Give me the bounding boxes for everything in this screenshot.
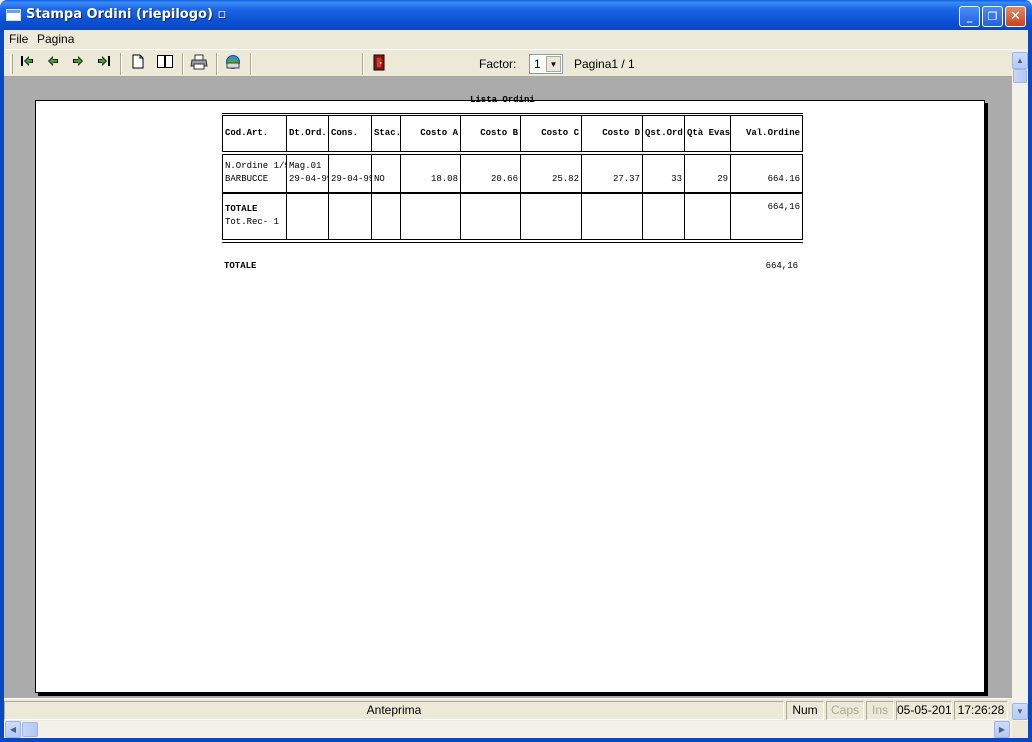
report-title: Lista Ordini — [470, 95, 535, 105]
scroll-up-button[interactable]: ▲ — [1012, 52, 1028, 69]
status-ins: Ins — [866, 701, 894, 720]
first-page-icon — [21, 56, 33, 66]
horizontal-scroll-thumb[interactable] — [22, 722, 38, 737]
status-caps: Caps — [826, 701, 864, 720]
last-page-button[interactable] — [93, 54, 115, 74]
grand-total-label: TOTALE — [224, 261, 257, 271]
exit-button[interactable] — [368, 54, 390, 74]
toolbar: Factor: 1 ▼ Pagina1 / 1 — [4, 49, 1012, 77]
toolbar-separator — [216, 53, 218, 75]
cell-total-label: TOTALE Tot.Rec- 1 — [222, 192, 287, 243]
column-header: Qst.Ord — [642, 113, 685, 155]
vertical-scroll-thumb[interactable] — [1013, 69, 1027, 83]
last-page-icon — [98, 56, 110, 66]
factor-value: 1 — [534, 57, 541, 71]
first-page-button[interactable] — [16, 54, 38, 74]
column-header: Qtà Evasa — [684, 113, 731, 155]
restore-button[interactable]: ❐ — [982, 6, 1003, 27]
app-window-icon — [6, 9, 21, 21]
delivery-date: 29-04-99 — [331, 174, 372, 184]
menu-file[interactable]: File — [9, 32, 28, 46]
cell-cons: 29-04-99 — [328, 152, 372, 194]
toolbar-separator — [362, 53, 364, 75]
cell-costo-d: 27.37 — [581, 152, 643, 194]
title-bar[interactable]: Stampa Ordini (riepilogo) ▫ _ ❐ ✕ — [0, 0, 1032, 30]
column-header: Costo D — [581, 113, 643, 155]
toolbar-separator — [250, 53, 252, 75]
exit-door-icon — [373, 54, 385, 71]
cell-val-ordine: 664.16 — [730, 152, 803, 194]
warehouse: Mag.01 — [289, 161, 322, 171]
scroll-down-button[interactable]: ▼ — [1012, 703, 1028, 720]
toolbar-separator — [182, 53, 184, 75]
print-button[interactable] — [188, 54, 210, 74]
toolbar-grip[interactable] — [10, 54, 13, 74]
close-button[interactable]: ✕ — [1005, 6, 1026, 27]
record-count: Tot.Rec- 1 — [225, 217, 280, 227]
cell-stac: NO — [371, 152, 401, 194]
two-pages-button[interactable] — [154, 54, 176, 74]
status-bar: Anteprima Num Caps Ins 05-05-2016 17:26:… — [4, 698, 1012, 721]
menu-pagina[interactable]: Pagina — [37, 32, 74, 46]
main-window: Stampa Ordini (riepilogo) ▫ _ ❐ ✕ File P… — [0, 0, 1032, 742]
column-header: Costo A — [400, 113, 461, 155]
status-date: 05-05-2016 — [896, 701, 952, 720]
window-frame-right[interactable] — [1028, 30, 1032, 742]
column-header: Cons. — [328, 113, 372, 155]
status-mode: Anteprima — [4, 701, 784, 720]
window-frame-left[interactable] — [0, 30, 4, 742]
order-number: N.Ordine 1/99 — [225, 161, 286, 171]
horizontal-scrollbar[interactable]: ◀ ▶ — [4, 721, 1012, 738]
two-pages-icon — [157, 55, 173, 68]
printer-icon — [190, 54, 208, 70]
cell-dt-ord: Mag.01 29-04-99 — [286, 152, 329, 194]
total-label: TOTALE — [225, 204, 258, 214]
vertical-scrollbar[interactable]: ▲ ▼ — [1012, 49, 1028, 721]
toolbar-separator — [120, 53, 122, 75]
single-page-button[interactable] — [127, 54, 149, 74]
table-header-row: Cod.Art. Dt.Ord. Cons. Stac. Costo A Cos… — [222, 113, 803, 155]
order-date: 29-04-99 — [289, 174, 329, 184]
export-button[interactable] — [222, 54, 244, 74]
export-icon — [226, 55, 240, 69]
cell-qst-ord: 33 — [642, 152, 685, 194]
scroll-right-button[interactable]: ▶ — [994, 721, 1010, 738]
cell-costo-c: 25.82 — [520, 152, 582, 194]
total-value: 664,16 — [730, 192, 803, 243]
table-row: N.Ordine 1/99 BARBUCCE Mag.01 29-04-99 2… — [222, 152, 803, 194]
cell-costo-b: 20.66 — [460, 152, 521, 194]
cell-costo-a: 18.08 — [400, 152, 461, 194]
chevron-down-icon[interactable]: ▼ — [546, 56, 561, 72]
article-code: BARBUCCE — [225, 174, 269, 184]
column-header: Val.Ordine — [730, 113, 803, 155]
report-table: Cod.Art. Dt.Ord. Cons. Stac. Costo A Cos… — [222, 113, 803, 243]
window-title: Stampa Ordini (riepilogo) ▫ — [26, 7, 227, 22]
next-page-button[interactable] — [67, 54, 89, 74]
column-header: Costo C — [520, 113, 582, 155]
minimize-button[interactable]: _ — [959, 6, 980, 27]
window-frame-bottom[interactable] — [0, 738, 1032, 742]
grand-total-value: 664,16 — [765, 261, 798, 271]
column-header: Dt.Ord. — [286, 113, 329, 155]
preview-page: Lista Ordini Cod.Art. Dt.Ord. Cons. Stac… — [35, 95, 985, 693]
cell-qta-evasa: 29 — [684, 152, 731, 194]
menu-bar: File Pagina — [4, 30, 1028, 49]
single-page-icon — [132, 54, 144, 69]
cell-cod-art: N.Ordine 1/99 BARBUCCE — [222, 152, 287, 194]
column-header: Cod.Art. — [222, 113, 287, 155]
total-row: TOTALE Tot.Rec- 1 664,16 — [222, 192, 803, 243]
print-preview-area[interactable]: Lista Ordini Cod.Art. Dt.Ord. Cons. Stac… — [4, 77, 1012, 698]
next-page-icon — [73, 56, 83, 66]
factor-select[interactable]: 1 ▼ — [529, 54, 563, 74]
column-header: Stac. — [371, 113, 401, 155]
previous-page-icon — [48, 56, 58, 66]
previous-page-button[interactable] — [42, 54, 64, 74]
status-time: 17:26:28 — [954, 701, 1008, 720]
status-num: Num — [786, 701, 824, 720]
page-indicator: Pagina1 / 1 — [574, 57, 635, 71]
scroll-left-button[interactable]: ◀ — [5, 721, 21, 738]
column-header: Costo B — [460, 113, 521, 155]
stac-value: NO — [374, 174, 385, 184]
factor-label: Factor: — [479, 57, 517, 71]
